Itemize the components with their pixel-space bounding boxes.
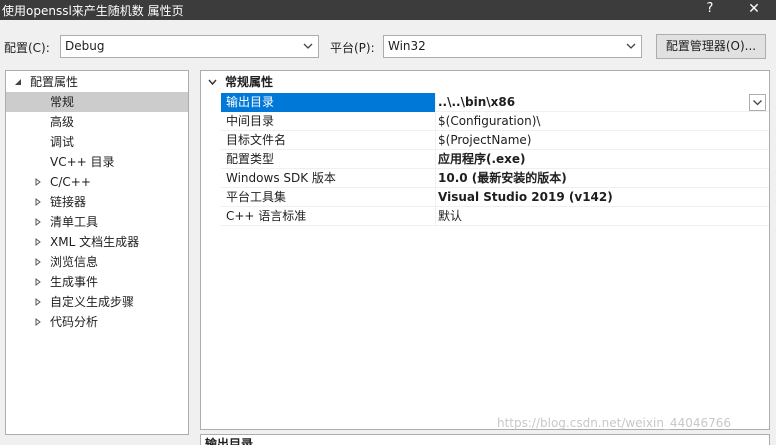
tree-item-c-cpp[interactable]: C/C++ (6, 172, 188, 192)
tree-item-vc-directories[interactable]: VC++ 目录 (6, 152, 188, 172)
tree-item-linker[interactable]: 链接器 (6, 192, 188, 212)
platform-select-value: Win32 (388, 39, 426, 53)
tree-item-label: XML 文档生成器 (50, 235, 140, 249)
chevron-down-icon (303, 43, 313, 49)
grid-category-label: 常规属性 (225, 75, 274, 89)
collapsed-triangle-icon[interactable] (34, 238, 42, 246)
tree-item-custom-build-step[interactable]: 自定义生成步骤 (6, 292, 188, 312)
tree-item-label: 清单工具 (50, 215, 99, 229)
collapsed-triangle-icon[interactable] (34, 298, 42, 306)
grid-row-value[interactable]: ..\..\bin\x86 (438, 93, 748, 112)
grid-row-value[interactable]: 10.0 (最新安装的版本) (438, 169, 748, 188)
grid-row-value[interactable]: 默认 (438, 207, 748, 226)
config-select[interactable]: Debug (60, 35, 319, 58)
tree-item-build-events[interactable]: 生成事件 (6, 272, 188, 292)
tree-item-label: 高级 (50, 115, 75, 129)
tree-item-debugging[interactable]: 调试 (6, 132, 188, 152)
grid-row-windows-sdk-version[interactable]: Windows SDK 版本 10.0 (最新安装的版本) (221, 169, 769, 188)
config-select-value: Debug (65, 39, 105, 53)
tree-item-general[interactable]: 常规 (6, 92, 188, 112)
title-bar: 使用openssl来产生随机数 属性页 ? ✕ (0, 0, 776, 20)
tree-item-manifest-tool[interactable]: 清单工具 (6, 212, 188, 232)
tree-item-code-analysis[interactable]: 代码分析 (6, 312, 188, 332)
property-tree: 配置属性 常规 高级 调试 VC++ 目录 C/C++ 链接器 清单工具 XML… (5, 70, 189, 435)
tree-item-browse-info[interactable]: 浏览信息 (6, 252, 188, 272)
grid-row-cpp-language-standard[interactable]: C++ 语言标准 默认 (221, 207, 769, 226)
grid-row-name: 平台工具集 (221, 188, 436, 207)
collapsed-triangle-icon[interactable] (34, 218, 42, 226)
collapsed-triangle-icon[interactable] (34, 278, 42, 286)
window-title: 使用openssl来产生随机数 属性页 (2, 4, 184, 18)
platform-select[interactable]: Win32 (383, 35, 642, 58)
tree-item-label: 生成事件 (50, 275, 99, 289)
tree-item-label: C/C++ (50, 175, 91, 189)
grid-row-name: C++ 语言标准 (221, 207, 436, 226)
tree-item-xml-doc-generator[interactable]: XML 文档生成器 (6, 232, 188, 252)
chevron-down-icon (626, 43, 636, 49)
watermark: https://blog.csdn.net/weixin_44046766 (497, 416, 732, 430)
property-grid: 常规属性 输出目录 ..\..\bin\x86 中间目录 $(Configura… (200, 70, 770, 430)
chevron-down-icon[interactable] (208, 79, 217, 86)
close-button[interactable]: ✕ (734, 0, 774, 20)
grid-row-name: 输出目录 (221, 93, 436, 112)
expanded-triangle-icon (15, 79, 21, 85)
config-manager-button[interactable]: 配置管理器(O)... (656, 34, 766, 59)
tree-item-label: 配置属性 (30, 75, 79, 89)
grid-row-value[interactable]: Visual Studio 2019 (v142) (438, 188, 748, 207)
grid-row-name: 中间目录 (221, 112, 436, 131)
config-label: 配置(C): (4, 41, 50, 55)
tree-item-label: 链接器 (50, 195, 87, 209)
grid-row-value[interactable]: $(ProjectName) (438, 131, 748, 150)
collapsed-triangle-icon[interactable] (34, 198, 42, 206)
grid-row-value[interactable]: 应用程序(.exe) (438, 150, 748, 169)
tree-item-label: 调试 (50, 135, 75, 149)
grid-row-intermediate-directory[interactable]: 中间目录 $(Configuration)\ (221, 112, 769, 131)
tree-item-label: 浏览信息 (50, 255, 99, 269)
grid-row-name: 配置类型 (221, 150, 436, 169)
help-button[interactable]: ? (690, 0, 730, 20)
collapsed-triangle-icon[interactable] (34, 178, 42, 186)
chevron-down-icon (753, 100, 762, 106)
tree-item-config-properties[interactable]: 配置属性 (6, 72, 188, 92)
tree-item-label: VC++ 目录 (50, 155, 115, 169)
tree-item-advanced[interactable]: 高级 (6, 112, 188, 132)
description-title: 输出目录 (205, 437, 254, 445)
grid-row-platform-toolset[interactable]: 平台工具集 Visual Studio 2019 (v142) (221, 188, 769, 207)
grid-row-output-directory[interactable]: 输出目录 ..\..\bin\x86 (221, 93, 769, 112)
tree-item-label: 代码分析 (50, 315, 99, 329)
grid-row-name: Windows SDK 版本 (221, 169, 436, 188)
collapsed-triangle-icon[interactable] (34, 318, 42, 326)
tree-item-label: 常规 (50, 95, 75, 109)
tree-item-label: 自定义生成步骤 (50, 295, 135, 309)
description-panel: 输出目录 (200, 434, 770, 445)
value-dropdown-button[interactable] (749, 94, 766, 111)
collapsed-triangle-icon[interactable] (34, 258, 42, 266)
grid-row-configuration-type[interactable]: 配置类型 应用程序(.exe) (221, 150, 769, 169)
grid-row-name: 目标文件名 (221, 131, 436, 150)
platform-label: 平台(P): (330, 41, 375, 55)
grid-row-target-name[interactable]: 目标文件名 $(ProjectName) (221, 131, 769, 150)
grid-row-value[interactable]: $(Configuration)\ (438, 112, 748, 131)
grid-category-general[interactable]: 常规属性 (201, 73, 769, 92)
